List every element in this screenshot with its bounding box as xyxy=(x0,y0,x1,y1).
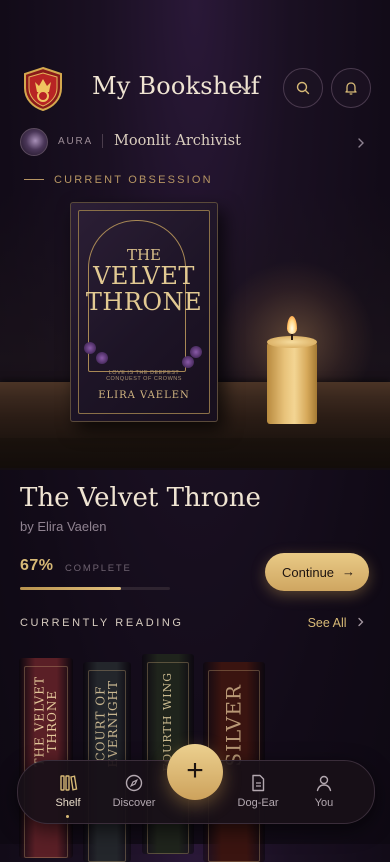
section-current-obsession: CURRENT OBSESSION xyxy=(24,171,213,189)
cover-title-line: THRONE xyxy=(85,288,203,316)
app-logo-icon xyxy=(20,66,66,112)
page-icon xyxy=(252,774,265,792)
cover-tagline: LOVE IS THE DEEPEST CONQUEST OF CROWNS xyxy=(106,370,182,382)
flower-ornament xyxy=(190,346,202,358)
aura-row[interactable]: AURA Moonlit Archivist xyxy=(20,128,370,156)
aura-label: AURA xyxy=(58,136,93,147)
continue-label: Continue xyxy=(282,565,335,580)
nav-label: Shelf xyxy=(55,797,81,809)
arrow-right-icon: → xyxy=(342,564,355,579)
book-spine[interactable]: THE VELVET THRONE xyxy=(19,658,73,858)
progress-fill xyxy=(20,587,121,590)
chevron-right-icon xyxy=(358,617,364,627)
aura-name: Moonlit Archivist xyxy=(114,133,241,149)
compass-icon xyxy=(125,774,143,792)
cover-author: ELIRA VAELEN xyxy=(98,390,190,401)
progress-label: COMPLETE xyxy=(65,563,132,574)
book-title[interactable]: The Velvet Throne xyxy=(20,483,261,513)
flower-ornament xyxy=(84,342,96,354)
progress-bar xyxy=(20,587,170,590)
cover-title-line: VELVET xyxy=(93,262,195,290)
section-title: CURRENT OBSESSION xyxy=(54,173,213,186)
continue-button[interactable]: Continue → xyxy=(265,553,369,591)
search-icon xyxy=(296,81,310,95)
see-all-label: See All xyxy=(307,616,347,630)
divider xyxy=(102,134,103,148)
flower-ornament xyxy=(96,352,108,364)
shelf-scene: THE VELVET THRONE LOVE IS THE DEEPEST CO… xyxy=(0,190,390,470)
nav-label: Dog-Ear xyxy=(237,797,279,809)
nav-item-shelf[interactable]: Shelf xyxy=(38,773,98,818)
shelf-edge xyxy=(0,438,390,468)
active-indicator xyxy=(66,815,69,818)
add-book-button[interactable]: + xyxy=(167,744,223,800)
page-title[interactable]: My Bookshelf xyxy=(92,72,260,100)
chevron-right-icon xyxy=(356,136,366,154)
nav-item-discover[interactable]: Discover xyxy=(104,773,164,809)
spine-title: COURT OF EVERNIGHT xyxy=(93,680,120,768)
bell-icon xyxy=(345,82,357,95)
spine-title: SILVER xyxy=(221,684,246,767)
candle-body xyxy=(267,340,317,424)
section-title: CURRENTLY READING xyxy=(20,617,184,629)
nav-item-you[interactable]: You xyxy=(294,773,354,809)
progress-percent: 67% xyxy=(20,557,54,574)
search-button[interactable] xyxy=(283,68,323,108)
notifications-button[interactable] xyxy=(331,68,371,108)
chevron-down-icon[interactable] xyxy=(240,82,252,94)
book-author: by Elira Vaelen xyxy=(20,519,107,534)
books-icon xyxy=(60,775,78,791)
see-all-link[interactable]: See All xyxy=(308,616,366,630)
candle-flame-icon xyxy=(287,316,297,334)
hero-book-cover[interactable]: THE VELVET THRONE LOVE IS THE DEEPEST CO… xyxy=(70,202,218,422)
aura-avatar xyxy=(20,128,48,156)
spine-title: THE VELVET THRONE xyxy=(32,676,59,767)
user-icon xyxy=(316,775,332,792)
flower-ornament xyxy=(182,356,194,368)
plus-icon: + xyxy=(186,754,204,787)
nav-item-dog-ear[interactable]: Dog-Ear xyxy=(228,773,288,809)
divider xyxy=(24,179,44,181)
nav-label: Discover xyxy=(112,797,156,809)
nav-label: You xyxy=(314,797,334,809)
